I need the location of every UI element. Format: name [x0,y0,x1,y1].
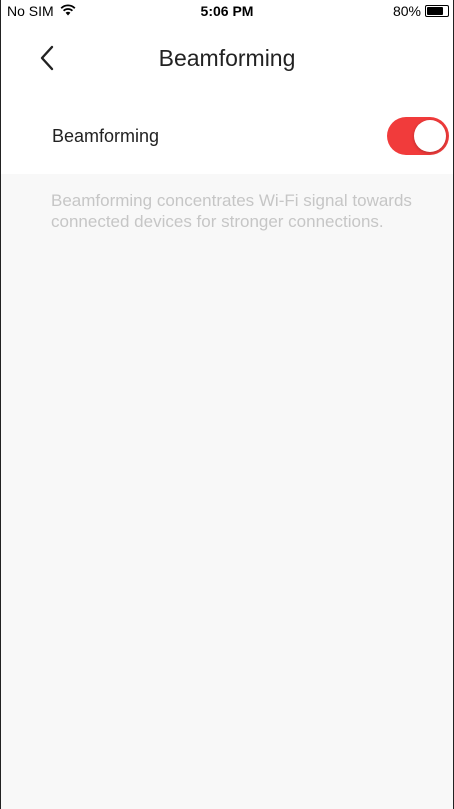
battery-fill [427,7,443,15]
beamforming-description: Beamforming concentrates Wi-Fi signal to… [51,191,412,231]
beamforming-label: Beamforming [52,126,160,146]
nav-bar: Beamforming [1,22,453,96]
beamforming-setting-row: Beamforming [1,96,453,174]
page-title: Beamforming [158,45,296,71]
screen: No SIM 5:06 PM 80% Beamforming Beamformi… [0,0,454,809]
status-right: 80% [393,3,449,19]
toggle-knob [414,120,446,152]
status-time: 5:06 PM [200,3,254,19]
status-bar: No SIM 5:06 PM 80% [1,0,453,22]
battery-icon [425,5,449,17]
beamforming-toggle[interactable] [387,117,449,155]
battery-percent: 80% [392,3,421,19]
